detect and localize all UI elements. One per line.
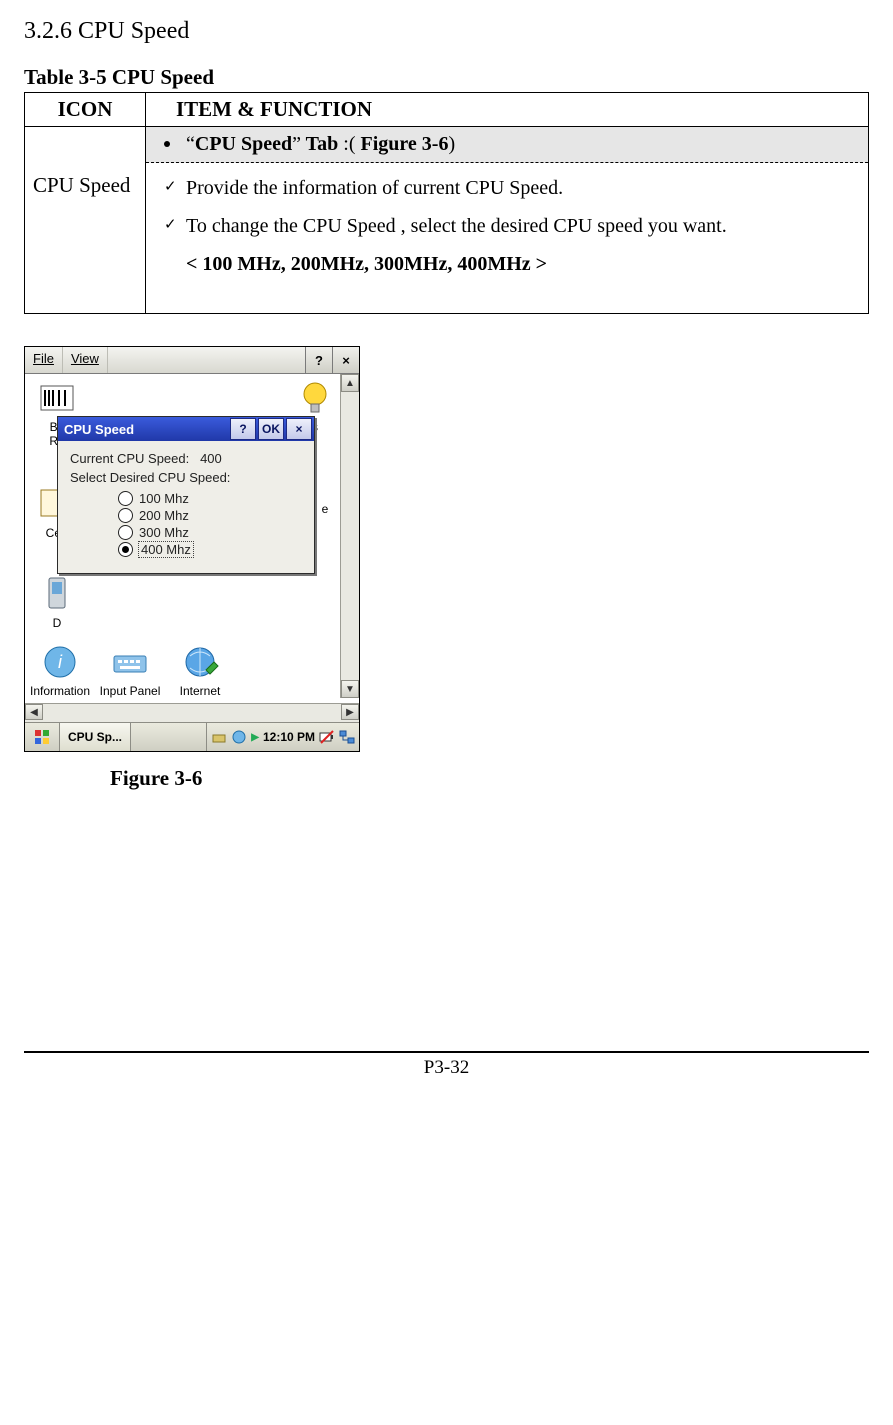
row-text: To change the CPU Speed , select the des… <box>186 215 727 237</box>
bulb-icon <box>293 378 337 418</box>
speed-option-100[interactable]: 100 Mhz <box>118 491 304 506</box>
desktop-icon-label: Information <box>25 684 95 698</box>
dialog-titlebar: CPU Speed ? OK × <box>58 417 314 441</box>
current-speed-line: Current CPU Speed: 400 <box>70 451 304 466</box>
icon-label: CPU Speed <box>33 173 130 197</box>
tray-icon[interactable] <box>231 729 247 745</box>
menubar-spacer <box>108 347 305 373</box>
desktop-area: Ba Re s Cert e <box>25 374 359 722</box>
taskbar: CPU Sp... ▶ 12:10 PM <box>25 722 359 751</box>
cpu-speed-table: ICON ITEM & FUNCTION CPU Speed “CPU Spee… <box>24 92 869 314</box>
cpu-speed-dialog: CPU Speed ? OK × Current CPU Speed: 400 … <box>57 416 315 574</box>
info-icon: i <box>38 642 82 682</box>
speed-option-300[interactable]: 300 Mhz <box>118 525 304 540</box>
network-icon[interactable] <box>339 729 355 745</box>
start-icon <box>34 729 50 745</box>
row-text-bold: < 100 MHz, 200MHz, 300MHz, 400MHz > <box>186 245 858 283</box>
tray-icon[interactable] <box>211 729 227 745</box>
speed-option-200[interactable]: 200 Mhz <box>118 508 304 523</box>
option-label: 400 Mhz <box>139 542 193 557</box>
section-heading: 3.2.6 CPU Speed <box>24 18 869 45</box>
desktop-icon[interactable]: D <box>27 574 87 630</box>
menu-help-button[interactable]: ? <box>305 347 332 373</box>
device-icon <box>35 574 79 614</box>
desktop-icon-label: Internet <box>165 684 235 698</box>
tray-arrow-icon[interactable]: ▶ <box>251 732 259 743</box>
current-speed-label: Current CPU Speed: <box>70 451 189 466</box>
dialog-ok-button[interactable]: OK <box>258 418 284 440</box>
dialog-close-button[interactable]: × <box>286 418 312 440</box>
battery-warning-icon[interactable] <box>319 729 335 745</box>
tab-row: “CPU Speed” Tab :( Figure 3-6) <box>146 127 868 163</box>
keyboard-icon <box>108 642 152 682</box>
current-speed-value: 400 <box>200 451 222 466</box>
figure-wrap: File View ? × Ba Re s <box>24 346 869 791</box>
scroll-up-icon[interactable]: ▲ <box>341 374 359 392</box>
quote-close: ” <box>292 133 301 155</box>
check-icon: ✓ <box>164 173 177 202</box>
scroll-track[interactable] <box>43 704 341 722</box>
tab-figure-ref: Figure 3-6 <box>361 133 449 155</box>
dialog-title-text: CPU Speed <box>64 422 134 437</box>
table-row: ✓ Provide the information of current CPU… <box>186 169 858 207</box>
row-text: Provide the information of current CPU S… <box>186 177 563 199</box>
bullet-icon <box>164 141 170 147</box>
desktop-icon[interactable]: Input Panel <box>95 642 165 698</box>
horizontal-scrollbar[interactable]: ◀ ▶ <box>25 703 359 722</box>
table-body-rows: ✓ Provide the information of current CPU… <box>146 163 868 313</box>
scroll-down-icon[interactable]: ▼ <box>341 680 359 698</box>
desktop-icon-label: e <box>315 502 335 516</box>
barcode-icon <box>35 378 79 418</box>
option-label: 300 Mhz <box>139 525 189 540</box>
menu-file[interactable]: File <box>25 347 63 373</box>
desktop-icon[interactable]: i Information <box>25 642 95 698</box>
select-speed-label: Select Desired CPU Speed: <box>70 470 304 485</box>
device-frame: File View ? × Ba Re s <box>24 346 360 752</box>
desktop-icon-label: D <box>27 616 87 630</box>
scroll-right-icon[interactable]: ▶ <box>341 704 359 720</box>
check-icon: ✓ <box>164 211 177 240</box>
figure-caption: Figure 3-6 <box>110 766 869 791</box>
tab-name: CPU Speed <box>195 133 292 155</box>
radio-icon <box>118 508 133 523</box>
radio-icon <box>118 542 133 557</box>
vertical-scrollbar[interactable]: ▲ ▼ <box>340 374 359 698</box>
option-label: 200 Mhz <box>139 508 189 523</box>
table-header-item: ITEM & FUNCTION <box>146 93 869 127</box>
desktop-icon-label: Input Panel <box>95 684 165 698</box>
quote-open: “ <box>186 133 195 155</box>
dialog-help-button[interactable]: ? <box>230 418 256 440</box>
menu-view[interactable]: View <box>63 347 108 373</box>
desktop-icon[interactable]: Internet <box>165 642 235 698</box>
tab-close-paren: ) <box>448 133 455 155</box>
scroll-left-icon[interactable]: ◀ <box>25 704 43 720</box>
speed-options: 100 Mhz 200 Mhz 300 Mhz 400 Mhz <box>118 491 304 557</box>
clock: 12:10 PM <box>263 730 315 744</box>
start-button[interactable] <box>25 723 60 751</box>
desktop-bottom-row: i Information Input Panel Internet <box>25 642 341 698</box>
speed-option-400[interactable]: 400 Mhz <box>118 542 304 557</box>
table-caption: Table 3-5 CPU Speed <box>24 65 869 90</box>
radio-icon <box>118 525 133 540</box>
menubar: File View ? × <box>25 347 359 374</box>
taskbar-task[interactable]: CPU Sp... <box>60 723 131 751</box>
option-label: 100 Mhz <box>139 491 189 506</box>
table-row: ✓ To change the CPU Speed , select the d… <box>186 207 858 245</box>
tab-colon: :( <box>338 133 360 155</box>
menu-close-button[interactable]: × <box>332 347 359 373</box>
dialog-body: Current CPU Speed: 400 Select Desired CP… <box>58 441 314 573</box>
table-header-icon: ICON <box>25 93 146 127</box>
tab-word: Tab <box>301 133 338 155</box>
table-icon-cell: CPU Speed <box>25 127 146 314</box>
radio-icon <box>118 491 133 506</box>
system-tray: ▶ 12:10 PM <box>206 723 359 751</box>
globe-icon <box>178 642 222 682</box>
table-item-cell: “CPU Speed” Tab :( Figure 3-6) ✓ Provide… <box>146 127 869 314</box>
page-number: P3-32 <box>24 1051 869 1079</box>
